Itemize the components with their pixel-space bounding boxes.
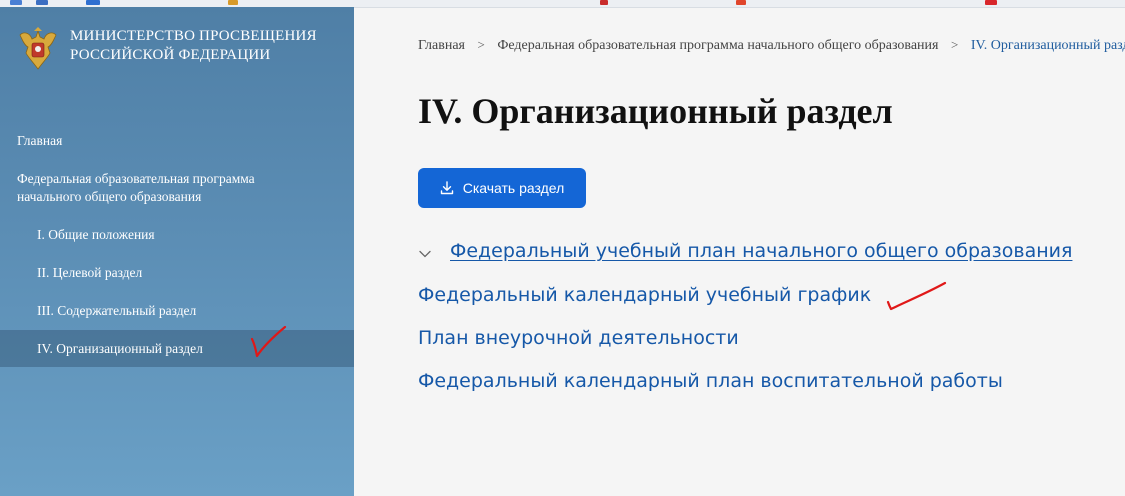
sidebar-item-label: III. Содержательный раздел bbox=[37, 303, 197, 318]
bookmark-icon[interactable] bbox=[228, 0, 238, 5]
sidebar-item-target[interactable]: II. Целевой раздел bbox=[0, 264, 354, 282]
bookmark-icon[interactable] bbox=[10, 0, 22, 5]
red-checkmark-annotation bbox=[886, 281, 947, 311]
download-section-label: Скачать раздел bbox=[462, 180, 565, 196]
link-calendar-schedule[interactable]: Федеральный календарный учебный график bbox=[418, 284, 871, 306]
sidebar-item-label-line2: начального общего образования bbox=[17, 189, 202, 204]
breadcrumb: Главная > Федеральная образовательная пр… bbox=[418, 37, 1125, 54]
download-section-button[interactable]: Скачать раздел bbox=[418, 168, 586, 208]
ministry-name-line2: РОССИЙСКОЙ ФЕДЕРАЦИИ bbox=[70, 47, 271, 63]
chevron-right-icon: > bbox=[950, 37, 959, 52]
bookmark-icon[interactable] bbox=[36, 0, 48, 5]
sidebar-item-label: IV. Организационный раздел bbox=[37, 341, 203, 356]
bookmark-icon[interactable] bbox=[736, 0, 746, 5]
sidebar-item-program[interactable]: Федеральная образовательная программа на… bbox=[0, 170, 354, 206]
ministry-name-line1: МИНИСТЕРСТВО ПРОСВЕЩЕНИЯ bbox=[70, 28, 317, 44]
coat-of-arms-logo-icon[interactable] bbox=[14, 27, 62, 73]
sidebar-item-label: I. Общие положения bbox=[37, 227, 155, 242]
ministry-name[interactable]: МИНИСТЕРСТВО ПРОСВЕЩЕНИЯ РОССИЙСКОЙ ФЕДЕ… bbox=[70, 27, 317, 65]
bookmark-icon[interactable] bbox=[600, 0, 608, 5]
main-content: Главная > Федеральная образовательная пр… bbox=[354, 7, 1125, 496]
download-icon bbox=[440, 181, 453, 195]
bookmark-icon[interactable] bbox=[86, 0, 100, 5]
breadcrumb-home[interactable]: Главная bbox=[418, 38, 465, 53]
red-checkmark-annotation bbox=[250, 325, 287, 358]
sidebar-item-general[interactable]: I. Общие положения bbox=[0, 226, 354, 244]
sidebar-item-content[interactable]: III. Содержательный раздел bbox=[0, 302, 354, 320]
sidebar-item-home[interactable]: Главная bbox=[0, 132, 354, 150]
sidebar-item-label: Главная bbox=[17, 133, 63, 148]
link-federal-curriculum[interactable]: Федеральный учебный план начального обще… bbox=[450, 240, 1072, 262]
chevron-right-icon: > bbox=[477, 37, 485, 52]
sidebar: МИНИСТЕРСТВО ПРОСВЕЩЕНИЯ РОССИЙСКОЙ ФЕДЕ… bbox=[0, 7, 354, 496]
breadcrumb-parent[interactable]: Федеральная образовательная программа на… bbox=[497, 38, 938, 53]
sidebar-item-label: Федеральная образовательная программа bbox=[17, 171, 255, 186]
sidebar-item-organizational[interactable]: IV. Организационный раздел bbox=[0, 330, 354, 367]
sidebar-item-label: II. Целевой раздел bbox=[37, 265, 143, 280]
page-title: IV. Организационный раздел bbox=[418, 91, 893, 131]
link-upbringing-plan[interactable]: Федеральный календарный план воспитатель… bbox=[418, 370, 1003, 392]
breadcrumb-current: IV. Организационный раздел bbox=[970, 38, 1125, 53]
bookmark-icon[interactable] bbox=[985, 0, 997, 5]
chevron-down-icon[interactable] bbox=[418, 247, 432, 261]
link-extracurricular-plan[interactable]: План внеурочной деятельности bbox=[418, 327, 739, 349]
